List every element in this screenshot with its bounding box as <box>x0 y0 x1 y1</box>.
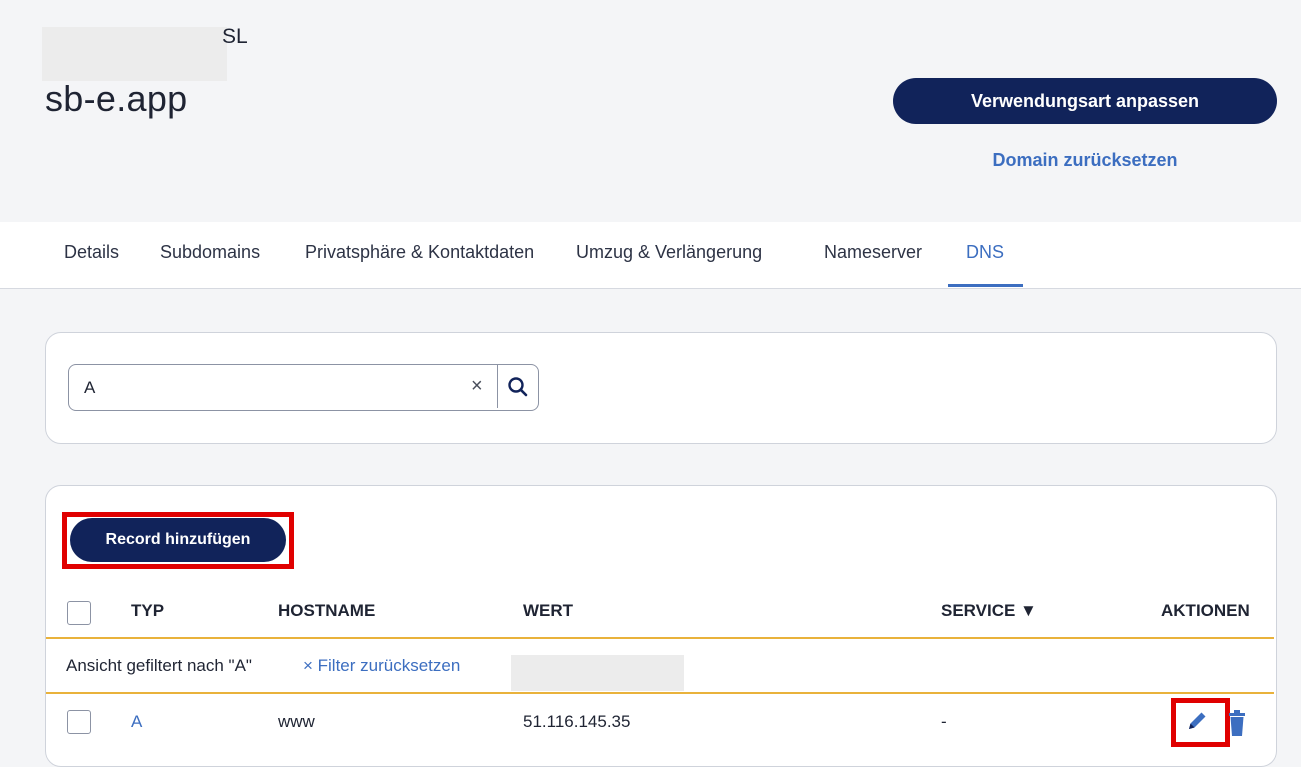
select-all-checkbox[interactable] <box>67 601 91 625</box>
change-usage-button[interactable]: Verwendungsart anpassen <box>893 78 1277 124</box>
tab-privacy-contact[interactable]: Privatsphäre & Kontaktdaten <box>305 242 534 263</box>
owner-suffix: SL <box>222 25 248 48</box>
search-divider <box>497 365 498 408</box>
clear-search-icon[interactable]: × <box>471 375 483 398</box>
row-checkbox[interactable] <box>67 710 91 734</box>
redacted-block <box>511 655 684 691</box>
filter-status-text: Ansicht gefiltert nach "A" <box>66 656 252 675</box>
tab-nameserver[interactable]: Nameserver <box>824 242 922 263</box>
column-actions: AKTIONEN <box>1161 601 1250 620</box>
active-tab-indicator <box>948 284 1023 287</box>
search-input[interactable] <box>84 375 464 401</box>
column-hostname[interactable]: HOSTNAME <box>278 601 375 621</box>
redacted-owner-name <box>42 27 227 81</box>
column-type[interactable]: TYP <box>131 601 164 621</box>
reset-filter-link[interactable]: × Filter zurücksetzen <box>303 656 460 676</box>
trash-icon[interactable] <box>1227 710 1247 736</box>
column-service[interactable]: SERVICE ▼ <box>941 601 1037 621</box>
tab-dns[interactable]: DNS <box>966 242 1004 263</box>
domain-title: sb-e.app <box>45 78 188 119</box>
reset-domain-link[interactable]: Domain zurücksetzen <box>893 150 1277 171</box>
tab-transfer-renewal[interactable]: Umzug & Verlängerung <box>576 242 762 263</box>
row-divider <box>46 692 1274 694</box>
record-value: 51.116.145.35 <box>523 712 631 731</box>
tab-subdomains[interactable]: Subdomains <box>160 242 260 263</box>
record-type-link[interactable]: A <box>131 712 142 732</box>
tab-details[interactable]: Details <box>64 242 119 263</box>
highlight-box <box>62 512 294 569</box>
column-value[interactable]: WERT <box>523 601 573 621</box>
pencil-icon[interactable] <box>1184 708 1210 734</box>
record-service: - <box>941 712 947 731</box>
search-icon[interactable] <box>503 372 533 402</box>
record-hostname: www <box>278 712 315 731</box>
